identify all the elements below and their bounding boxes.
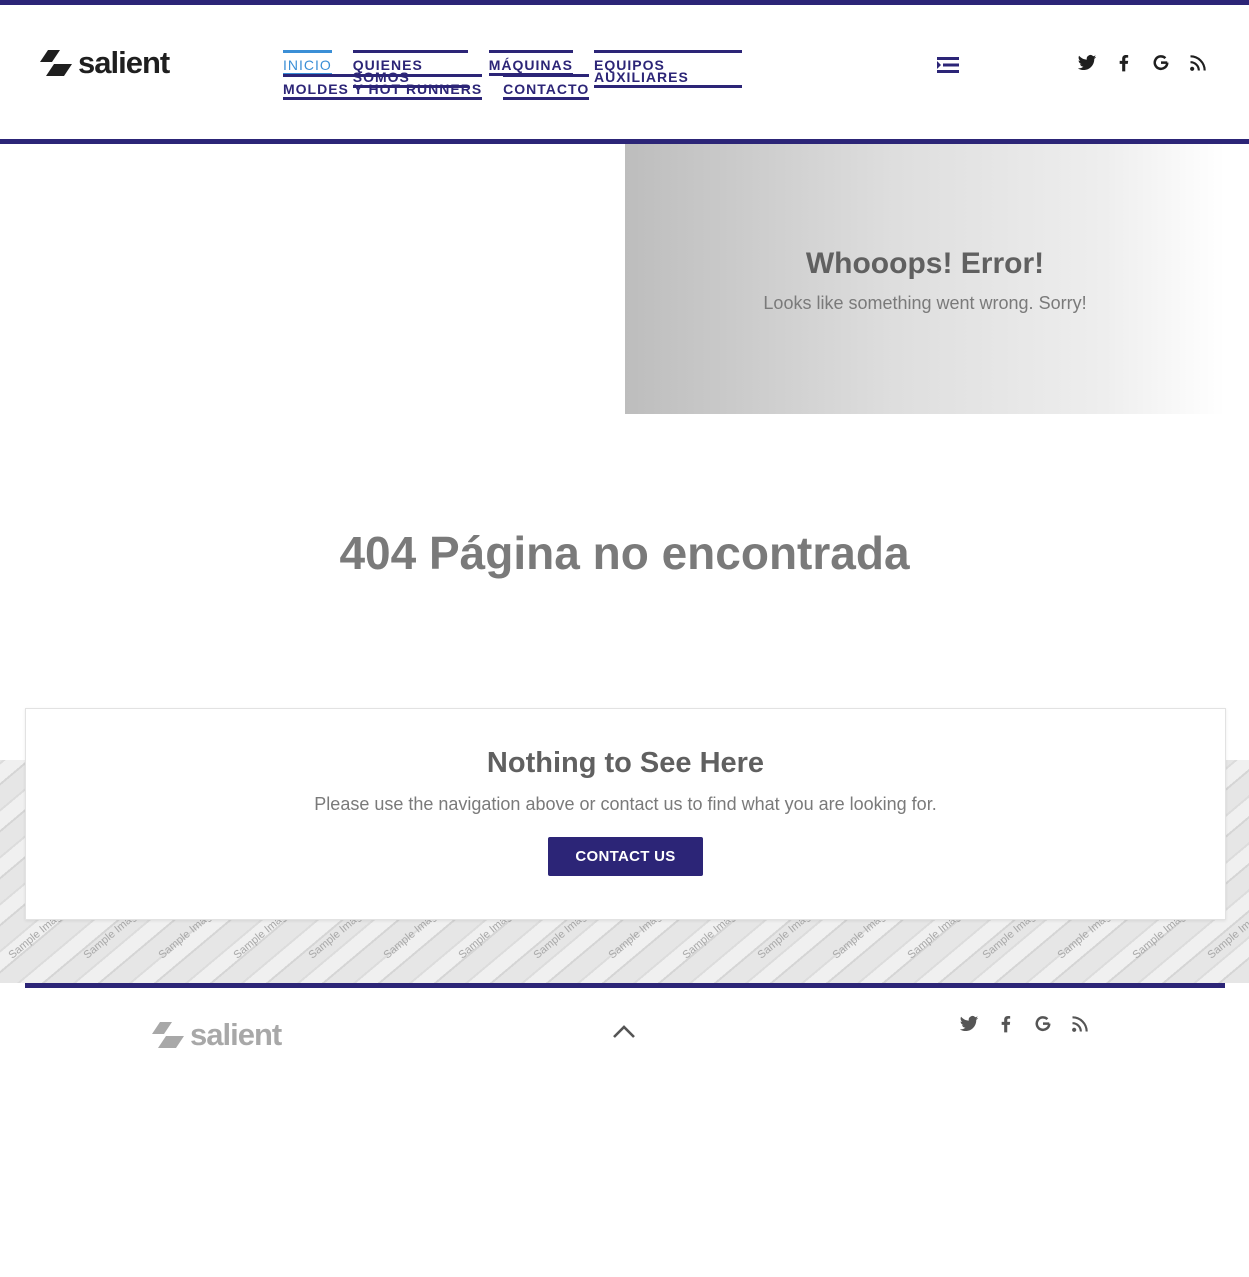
header-logo-text: salient [78,45,170,80]
salient-logo-icon [40,50,72,76]
google-icon[interactable] [1151,53,1173,75]
salient-logo-icon [152,1022,184,1048]
nav-item-inicio[interactable]: INICIO [283,50,332,76]
twitter-icon[interactable] [959,1014,981,1036]
card-title: Nothing to See Here [486,747,765,779]
rss-icon[interactable] [1188,53,1210,75]
footer-social-links [959,1014,1107,1036]
nav-item-contacto[interactable]: CONTACTO [503,74,590,100]
page-title: 404 Página no encontrada [339,527,910,579]
menu-icon[interactable] [937,57,959,73]
site-header: salient INICIO QUIENES SOMOS MÁQUINAS EQ… [0,5,1249,139]
rss-icon[interactable] [1070,1014,1092,1036]
hero-title: Whooops! Error! [805,247,1045,280]
nav-row-1: INICIO QUIENES SOMOS MÁQUINAS EQUIPOS AU… [283,50,763,88]
footer-divider [25,983,1225,988]
header-social-links [1077,53,1225,75]
chevron-up-icon[interactable] [611,1022,637,1040]
nothing-to-see-card: Nothing to See Here Please use the navig… [25,708,1226,920]
facebook-icon[interactable] [1114,53,1136,75]
nav-item-equipos-auxiliares[interactable]: EQUIPOS AUXILIARES [594,50,742,88]
nav-item-maquinas[interactable]: MÁQUINAS [488,50,573,76]
sample-image-watermark: Sample Image Sample Image Sample Image Samp… [6,910,1249,962]
google-icon[interactable] [1033,1014,1055,1036]
contact-us-button[interactable]: CONTACT US [548,837,703,876]
main-nav: INICIO QUIENES SOMOS MÁQUINAS EQUIPOS AU… [283,50,763,100]
footer-logo-text: salient [190,1017,282,1052]
card-text: Please use the navigation above or conta… [314,794,937,814]
header-logo[interactable]: salient [40,45,170,81]
twitter-icon[interactable] [1077,53,1099,75]
error-hero: Whooops! Error! Looks like something wen… [625,144,1225,414]
footer-logo[interactable]: salient [152,1017,282,1053]
hero-subtitle: Looks like something went wrong. Sorry! [763,293,1087,313]
facebook-icon[interactable] [996,1014,1018,1036]
nav-item-moldes-hot-runners[interactable]: MOLDES Y HOT RUNNERS [283,74,483,100]
